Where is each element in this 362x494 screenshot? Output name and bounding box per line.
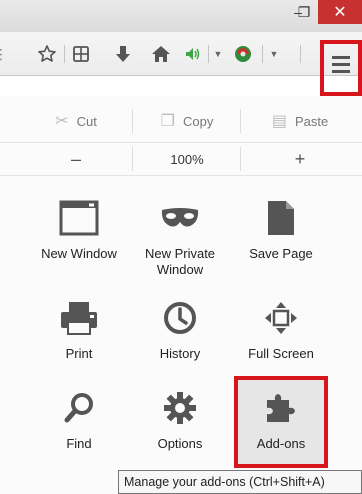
puzzle-icon bbox=[261, 388, 301, 428]
zoom-separator bbox=[240, 147, 241, 171]
paste-button[interactable]: ▤ Paste bbox=[248, 103, 352, 139]
home-icon[interactable] bbox=[148, 41, 174, 67]
url-bar-edge-icon: ⋮ bbox=[0, 45, 8, 62]
volume-icon[interactable] bbox=[182, 41, 204, 67]
window-icon bbox=[59, 198, 99, 238]
zoom-reset-button[interactable]: 100% bbox=[140, 143, 234, 175]
toolbar-separator bbox=[64, 45, 65, 63]
find-button[interactable]: Find bbox=[30, 380, 128, 472]
addon-icon[interactable] bbox=[230, 41, 256, 67]
reading-list-icon[interactable] bbox=[68, 41, 94, 67]
add-ons-button[interactable]: Add-ons bbox=[232, 380, 330, 472]
zoom-in-button[interactable]: + bbox=[248, 143, 352, 175]
options-button[interactable]: Options bbox=[131, 380, 229, 472]
print-label: Print bbox=[65, 346, 93, 361]
paste-label: Paste bbox=[294, 113, 329, 129]
title-bar: – ❐ ✕ bbox=[0, 0, 362, 32]
bookmark-star-icon[interactable] bbox=[34, 41, 60, 67]
volume-dropdown-arrow-icon[interactable]: ▼ bbox=[212, 41, 224, 67]
toolbar-separator bbox=[300, 45, 301, 63]
page-icon bbox=[261, 198, 301, 238]
history-button[interactable]: History bbox=[131, 290, 229, 382]
full-screen-label: Full Screen bbox=[248, 346, 314, 361]
gear-icon bbox=[160, 388, 200, 428]
menu-icon[interactable] bbox=[329, 52, 353, 76]
close-button[interactable]: ✕ bbox=[318, 0, 362, 24]
toolbar-separator bbox=[208, 45, 209, 63]
edit-separator bbox=[132, 109, 133, 133]
addon-dropdown-arrow-icon[interactable]: ▼ bbox=[268, 41, 280, 67]
add-ons-label: Add-ons bbox=[256, 436, 306, 451]
options-label: Options bbox=[157, 436, 203, 451]
navigation-toolbar: ⋮ ▼ ▼ bbox=[0, 32, 362, 76]
new-window-button[interactable]: New Window bbox=[30, 190, 128, 282]
new-private-window-button[interactable]: New Private Window bbox=[131, 190, 229, 282]
mask-icon bbox=[160, 198, 200, 238]
new-private-window-label: New Private Window bbox=[144, 246, 216, 277]
new-window-label: New Window bbox=[41, 246, 117, 261]
copy-icon: ❐ bbox=[160, 113, 175, 130]
maximize-button[interactable]: ❐ bbox=[290, 0, 318, 24]
copy-button[interactable]: ❐ Copy bbox=[140, 103, 234, 139]
zoom-out-button[interactable]: – bbox=[30, 143, 122, 175]
full-screen-button[interactable]: Full Screen bbox=[232, 290, 330, 382]
toolbar-separator bbox=[262, 45, 263, 63]
print-button[interactable]: Print bbox=[30, 290, 128, 382]
clipboard-icon: ▤ bbox=[271, 113, 287, 130]
clock-icon bbox=[160, 298, 200, 338]
cut-label: Cut bbox=[76, 113, 97, 129]
scissors-icon: ✂ bbox=[55, 113, 69, 130]
edit-separator bbox=[240, 109, 241, 133]
fullscreen-icon bbox=[261, 298, 301, 338]
cut-button[interactable]: ✂ Cut bbox=[30, 103, 122, 139]
save-page-label: Save Page bbox=[249, 246, 313, 261]
copy-label: Copy bbox=[182, 113, 214, 129]
history-label: History bbox=[159, 346, 201, 361]
zoom-separator bbox=[132, 147, 133, 171]
zoom-controls: – 100% + bbox=[0, 142, 362, 176]
find-label: Find bbox=[66, 436, 92, 451]
downloads-icon[interactable] bbox=[110, 41, 136, 67]
magnifier-icon bbox=[59, 388, 99, 428]
add-ons-tooltip: Manage your add-ons (Ctrl+Shift+A) bbox=[118, 470, 362, 494]
edit-controls: ✂ Cut ❐ Copy ▤ Paste bbox=[0, 103, 362, 139]
printer-icon bbox=[59, 298, 99, 338]
save-page-button[interactable]: Save Page bbox=[232, 190, 330, 282]
